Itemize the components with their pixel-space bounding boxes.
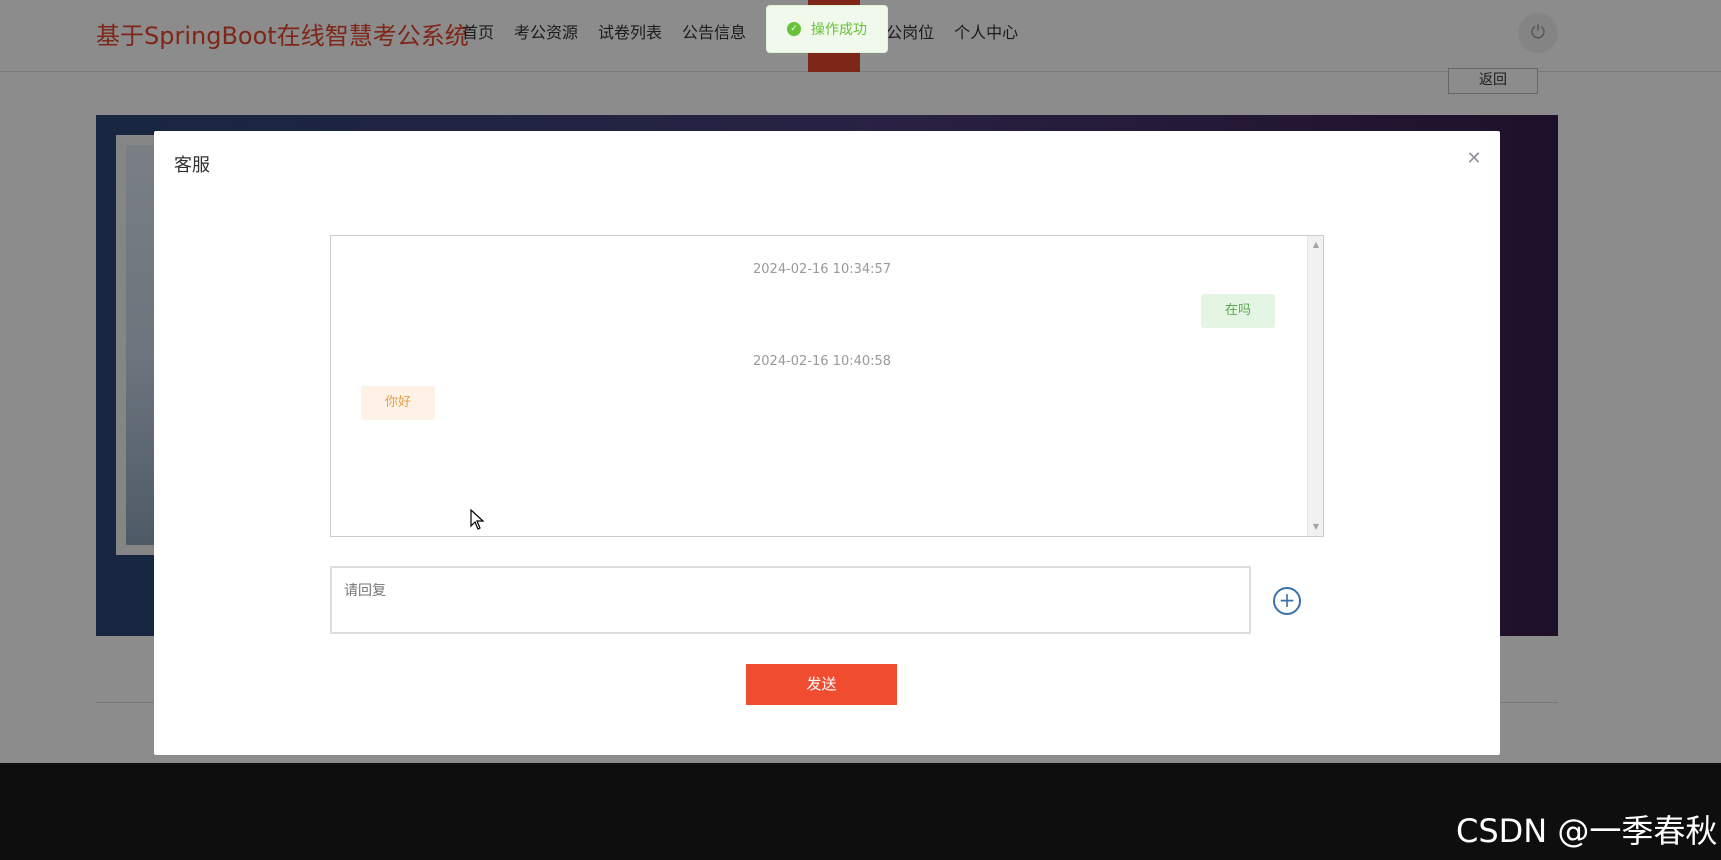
plus-circle-icon[interactable]: + — [1273, 587, 1301, 615]
message-timestamp: 2024-02-16 10:40:58 — [753, 354, 892, 369]
dialog-title: 客服 — [174, 155, 210, 176]
success-toast: ✓ 操作成功 — [766, 5, 888, 53]
customer-service-dialog: 客服 ✕ 2024-02-16 10:34:57 在吗 2024-02-16 1… — [154, 131, 1500, 755]
message-timestamp: 2024-02-16 10:34:57 — [753, 262, 892, 277]
close-icon[interactable]: ✕ — [1464, 149, 1484, 169]
toast-message: 操作成功 — [811, 22, 867, 38]
check-circle-icon: ✓ — [787, 22, 801, 36]
chat-scrollbar[interactable]: ▲ ▼ — [1307, 236, 1323, 536]
incoming-message: 你好 — [361, 386, 435, 420]
scroll-up-icon[interactable]: ▲ — [1308, 238, 1323, 252]
outgoing-message: 在吗 — [1201, 294, 1275, 328]
chat-history[interactable]: 2024-02-16 10:34:57 在吗 2024-02-16 10:40:… — [330, 235, 1324, 537]
watermark: CSDN @一季春秋 — [1456, 812, 1718, 850]
scroll-down-icon[interactable]: ▼ — [1308, 520, 1323, 534]
reply-input[interactable] — [330, 566, 1251, 634]
send-button[interactable]: 发送 — [746, 664, 897, 705]
